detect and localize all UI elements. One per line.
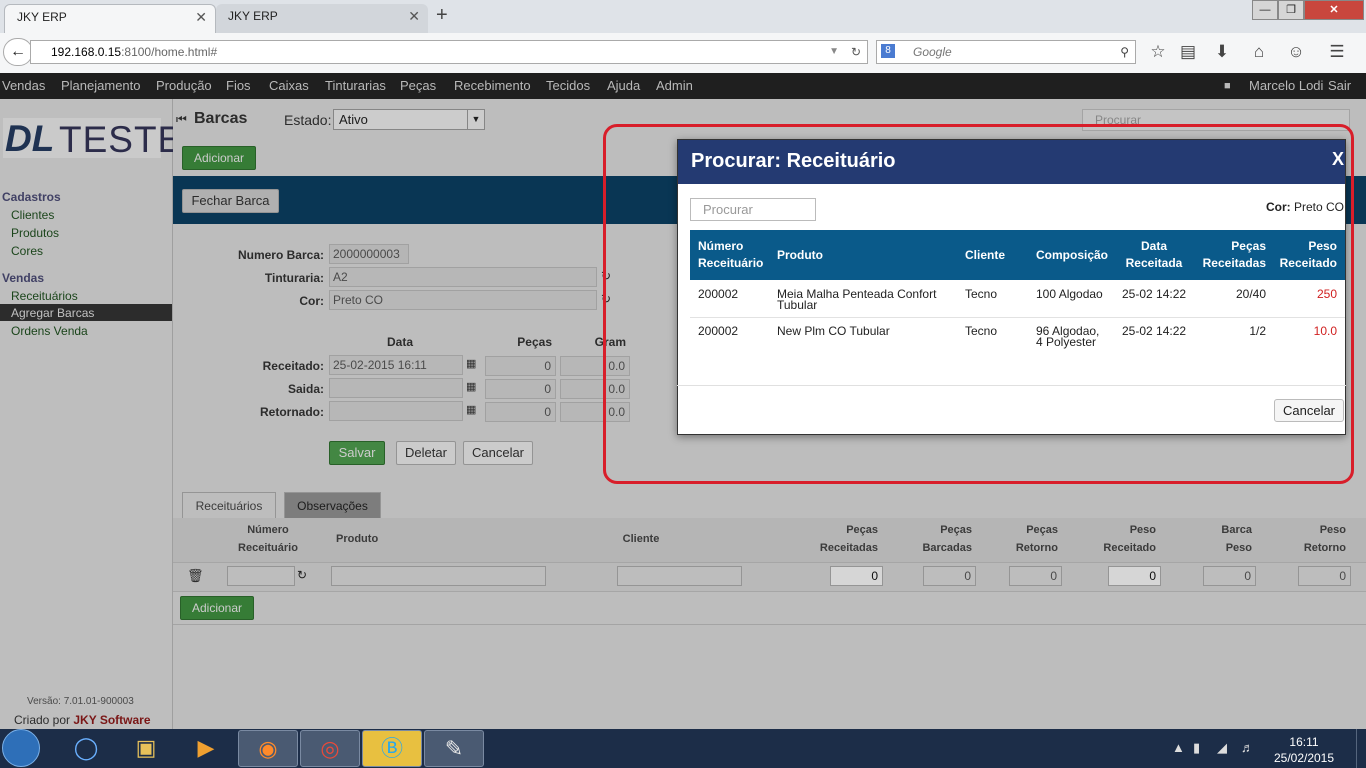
menu-icon[interactable]: ☰ (1326, 42, 1348, 62)
back-arrow-icon[interactable]: ← (3, 38, 33, 66)
reload-icon[interactable]: ↻ (851, 41, 861, 63)
skype-icon[interactable]: Ⓑ (362, 730, 422, 767)
network-icon[interactable]: ◢ (1217, 740, 1227, 756)
tab-title: JKY ERP (17, 10, 67, 24)
clock-time: 16:11 (1289, 735, 1319, 749)
reading-list-icon[interactable]: ▤ (1177, 42, 1199, 62)
file-explorer-icon[interactable]: ▣ (116, 730, 176, 767)
clock[interactable]: 16:11 25/02/2015 (1268, 734, 1340, 766)
bookmark-star-icon[interactable]: ☆ (1147, 42, 1169, 62)
tab-close-icon[interactable]: ✕ (408, 4, 420, 28)
window-maximize-button[interactable]: ❐ (1278, 0, 1304, 20)
menu-item-recebimento[interactable]: Recebimento (454, 73, 531, 99)
show-desktop-button[interactable] (1356, 729, 1366, 768)
menu-item-fios[interactable]: Fios (226, 73, 251, 99)
menu-item-caixas[interactable]: Caixas (269, 73, 309, 99)
chrome-icon[interactable]: ◎ (300, 730, 360, 767)
menu-item-ajuda[interactable]: Ajuda (607, 73, 640, 99)
new-tab-button[interactable]: + (436, 4, 448, 27)
url-host: 192.168.0.15 (51, 45, 122, 59)
search-engine-icon[interactable]: 8 (881, 44, 895, 58)
clock-date: 25/02/2015 (1273, 751, 1335, 765)
browser-tab-active[interactable]: JKY ERP ✕ (4, 4, 216, 33)
download-icon[interactable]: ⬇ (1211, 42, 1233, 62)
user-icon: ■ (1224, 80, 1231, 92)
tab-title: JKY ERP (228, 9, 278, 23)
logout-link[interactable]: Sair (1328, 73, 1351, 99)
firefox-icon[interactable]: ◉ (238, 730, 298, 767)
browser-tab[interactable]: JKY ERP ✕ (216, 4, 428, 33)
power-icon[interactable]: ▮ (1193, 740, 1200, 756)
media-player-icon[interactable]: ▶ (176, 730, 236, 767)
menu-item-producao[interactable]: Produção (156, 73, 212, 99)
window-minimize-button[interactable]: — (1252, 0, 1278, 20)
menu-item-vendas[interactable]: Vendas (2, 73, 45, 99)
paint-icon[interactable]: ✎ (424, 730, 484, 767)
search-icon[interactable]: ⚲ (1120, 41, 1129, 63)
search-placeholder: Google (913, 45, 952, 59)
show-hidden-icons-icon[interactable]: ▲ (1172, 740, 1185, 755)
menu-item-tecidos[interactable]: Tecidos (546, 73, 590, 99)
url-bar[interactable]: 192.168.0.15:8100/home.html# ▼ ↻ (30, 40, 868, 64)
menu-item-admin[interactable]: Admin (656, 73, 693, 99)
menu-item-pecas[interactable]: Peças (400, 73, 436, 99)
annotation-highlight (603, 124, 1354, 484)
internet-explorer-icon[interactable]: ◯ (56, 730, 116, 767)
volume-icon[interactable]: ♬ (1241, 740, 1254, 755)
dropdown-arrow-icon[interactable]: ▼ (829, 41, 839, 63)
menu-item-planejamento[interactable]: Planejamento (61, 73, 141, 99)
start-button[interactable] (2, 729, 40, 767)
home-icon[interactable]: ⌂ (1248, 42, 1270, 62)
menu-item-tinturarias[interactable]: Tinturarias (325, 73, 386, 99)
tab-close-icon[interactable]: ✕ (195, 5, 207, 29)
window-close-button[interactable]: ✕ (1304, 0, 1364, 20)
browser-search-input[interactable]: 8 Google ⚲ (876, 40, 1136, 64)
url-path: :8100/home.html# (121, 45, 218, 59)
chat-icon[interactable]: ☺ (1285, 42, 1307, 62)
user-name[interactable]: Marcelo Lodi (1249, 73, 1323, 99)
